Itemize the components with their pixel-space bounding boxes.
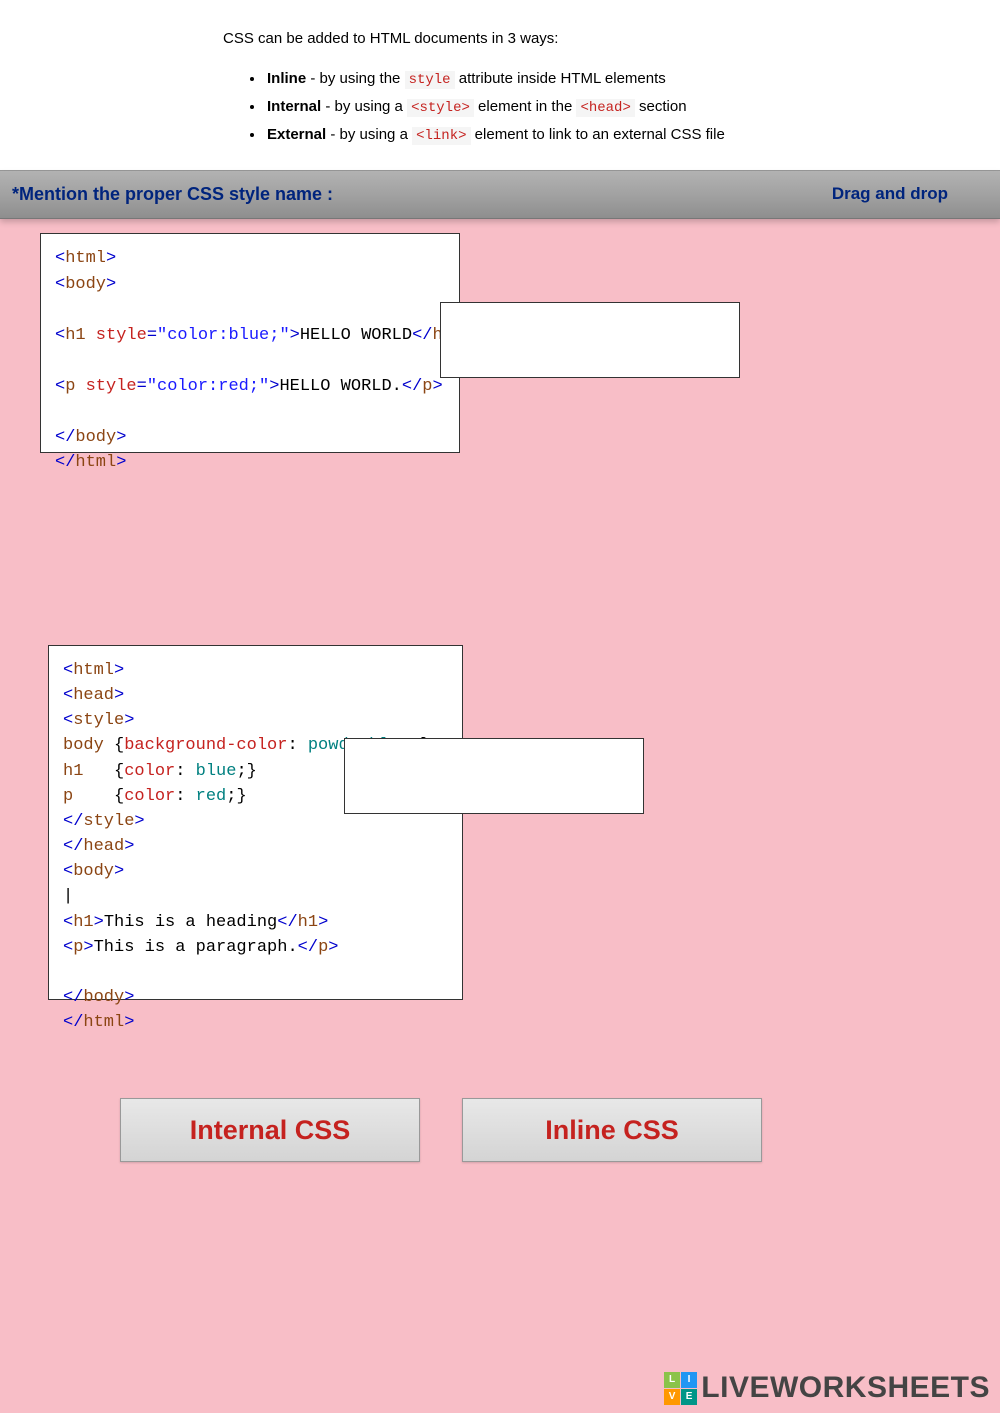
intro-item-external: External - by using a <link> element to … xyxy=(265,121,1000,149)
drop-target-1[interactable] xyxy=(440,302,740,378)
drag-tile-inline[interactable]: Inline CSS xyxy=(462,1098,762,1162)
drag-label: Internal CSS xyxy=(190,1115,351,1146)
code-example-inline: <html> <body> <h1 style="color:blue;">HE… xyxy=(40,233,460,453)
drop-target-2[interactable] xyxy=(344,738,644,814)
drag-label: Inline CSS xyxy=(545,1115,679,1146)
code-example-internal: <html> <head> <style> body {background-c… xyxy=(48,645,463,1000)
instruction-bar: *Mention the proper CSS style name : Dra… xyxy=(0,171,1000,219)
intro-item-inline: Inline - by using the style attribute in… xyxy=(265,65,1000,93)
intro-panel: CSS can be added to HTML documents in 3 … xyxy=(0,0,1000,171)
drag-tile-internal[interactable]: Internal CSS xyxy=(120,1098,420,1162)
watermark-text: LIVEWORKSHEETS xyxy=(701,1371,990,1405)
instruction-title: *Mention the proper CSS style name : xyxy=(12,184,333,205)
intro-list: Inline - by using the style attribute in… xyxy=(265,65,1000,150)
instruction-hint: Drag and drop xyxy=(832,184,948,204)
intro-text: CSS can be added to HTML documents in 3 … xyxy=(223,30,1000,47)
watermark: L I V E LIVEWORKSHEETS xyxy=(664,1371,990,1405)
watermark-logo-icon: L I V E xyxy=(664,1372,697,1405)
intro-item-internal: Internal - by using a <style> element in… xyxy=(265,93,1000,121)
